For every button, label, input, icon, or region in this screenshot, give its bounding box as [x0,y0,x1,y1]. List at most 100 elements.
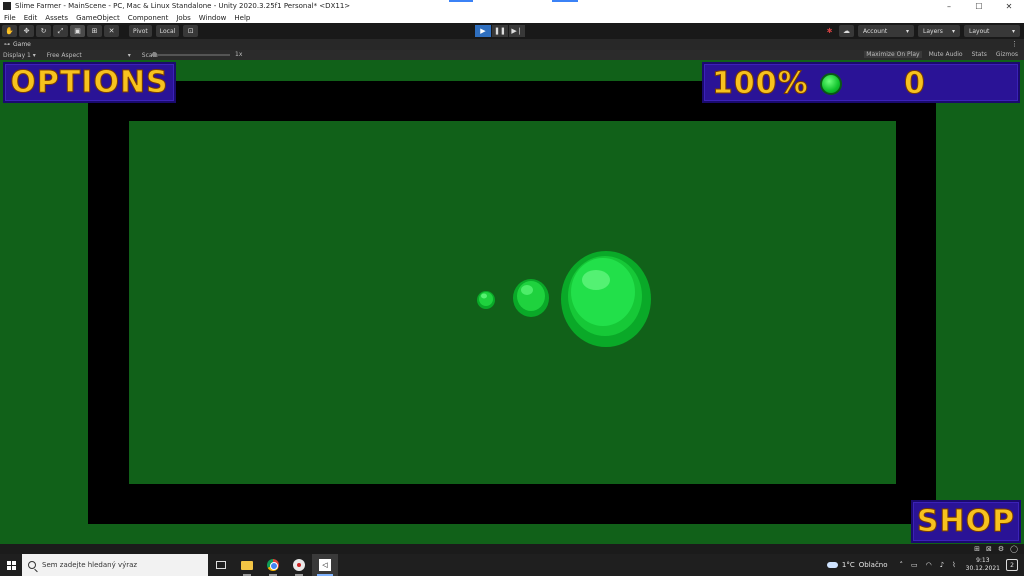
display-dropdown[interactable]: Display 1 ▾ [3,52,36,59]
menu-bar: File Edit Assets GameObject Component Jo… [0,12,1024,23]
rotate-tool-icon[interactable]: ↻ [36,25,51,37]
menu-jobs[interactable]: Jobs [176,14,190,22]
menu-window[interactable]: Window [199,14,227,22]
file-explorer-button[interactable] [234,554,260,576]
menu-component[interactable]: Component [128,14,169,22]
status-circle-icon[interactable]: ◯ [1010,545,1018,553]
task-view-icon [216,561,226,569]
chrome-button[interactable] [260,554,286,576]
step-icon[interactable]: ▶❘ [509,25,525,37]
network-icon[interactable]: ⊞ [974,545,980,553]
layout-dropdown[interactable]: Layout ▾ [964,25,1020,37]
search-icon [28,561,36,569]
stats-panel: 100% 0 [702,62,1020,103]
unity-icon: ◁ [319,559,331,571]
stats-toggle[interactable]: Stats [970,51,989,58]
weather-widget[interactable]: 1°C Oblačno [826,561,888,569]
notification-count: 2 [1010,561,1014,569]
layers-dropdown[interactable]: Layers ▾ [918,25,960,37]
unity-taskbar-button[interactable]: ◁ [312,554,338,576]
clock[interactable]: 9:13 30.12.2021 [966,557,1000,573]
maximize-button[interactable]: ☐ [964,0,994,12]
windows-taskbar: Sem zadejte hledaný výraz ◁ 1°C Oblačno … [0,554,1024,576]
options-button[interactable]: OPTIONS [3,62,176,103]
menu-assets[interactable]: Assets [45,14,68,22]
menu-edit[interactable]: Edit [24,14,38,22]
clock-time: 9:13 [976,557,990,564]
main-toolbar: ✋ ✥ ↻ ⤢ ▣ ⊞ ✕ Pivot Local ⊡ ▶ ❚❚ ▶❘ ✱ ☁ … [0,23,1024,39]
options-label: OPTIONS [10,65,169,101]
hand-tool-icon[interactable]: ✋ [2,25,17,37]
wifi-icon[interactable]: ◠ [926,561,932,569]
game-tab-label: Game [13,41,31,48]
window-title-bar: Slime Farmer - MainScene - PC, Mac & Lin… [0,0,1024,12]
scale-slider-handle[interactable] [152,52,157,57]
search-placeholder: Sem zadejte hledaný výraz [42,561,138,569]
shop-label: SHOP [916,504,1016,540]
move-tool-icon[interactable]: ✥ [19,25,34,37]
mute-audio-toggle[interactable]: Mute Audio [927,51,965,58]
volume-icon[interactable]: ♪ [940,561,944,569]
cloud-icon[interactable]: ☁ [839,25,854,37]
recorder-button[interactable] [286,554,312,576]
settings-icon[interactable]: ⚙ [998,545,1004,553]
notification-center-button[interactable]: 2 [1006,559,1018,571]
local-label: Local [159,27,176,35]
grid-snap-icon[interactable]: ⊡ [183,25,199,37]
play-icon[interactable]: ▶ [475,25,491,37]
start-button[interactable] [0,554,22,576]
menu-gameobject[interactable]: GameObject [76,14,120,22]
account-dropdown[interactable]: Account ▾ [858,25,914,37]
rect-tool-icon[interactable]: ▣ [70,25,85,37]
chevron-up-icon[interactable]: ˄ [900,561,904,569]
aspect-dropdown[interactable]: Free Aspect ▾ [47,52,131,59]
pause-icon[interactable]: ❚❚ [492,25,508,37]
unity-app-icon [3,2,11,10]
folder-icon [241,560,253,570]
chevron-down-icon: ▾ [951,27,955,35]
pivot-toggle[interactable]: Pivot [129,25,152,37]
scale-value: 1x [235,51,243,58]
maximize-on-play-toggle[interactable]: Maximize On Play [864,51,922,58]
title-accent-left [449,0,473,2]
game-controller-icon: ⊶ [4,41,10,48]
account-label: Account [863,27,888,35]
pivot-label: Pivot [133,27,148,35]
close-button[interactable]: ✕ [994,0,1024,12]
chrome-icon [267,559,279,571]
shop-button[interactable]: SHOP [911,500,1021,543]
farm-field[interactable] [129,121,896,484]
editor-status-bar: ⊞ ⊠ ⚙ ◯ [0,544,1024,554]
percent-value: 100% [712,66,809,102]
display-icon[interactable]: ▭ [911,561,918,569]
clock-date: 30.12.2021 [965,565,1000,572]
aspect-label: Free Aspect [46,51,82,59]
play-controls: ▶ ❚❚ ▶❘ [475,25,526,37]
collab-icon[interactable]: ✱ [822,25,837,37]
slime-coin-icon [820,73,842,95]
scale-tool-icon[interactable]: ⤢ [53,25,68,37]
weather-temp: 1°C [841,561,855,569]
weather-desc: Oblačno [858,561,888,569]
progress-icon[interactable]: ⊠ [986,545,992,553]
display-label: Display 1 [3,51,31,59]
scale-slider[interactable] [152,54,230,56]
game-tab[interactable]: ⊶ Game ⋮ [0,39,1024,50]
task-view-button[interactable] [208,554,234,576]
chevron-down-icon: ▾ [1011,27,1015,35]
chevron-down-icon: ▾ [127,51,131,59]
custom-tool-icon[interactable]: ✕ [104,25,119,37]
gizmos-toggle[interactable]: Gizmos [994,51,1020,58]
minimize-button[interactable]: – [934,0,964,12]
menu-help[interactable]: Help [234,14,250,22]
system-tray: 1°C Oblačno ˄ ▭ ◠ ♪ ⌇ 9:13 30.12.2021 2 [826,554,1024,576]
transform-tool-icon[interactable]: ⊞ [87,25,102,37]
window-title: Slime Farmer - MainScene - PC, Mac & Lin… [15,2,351,10]
tab-menu-icon[interactable]: ⋮ [1011,40,1018,48]
network-status-icon[interactable]: ⌇ [952,561,955,569]
menu-file[interactable]: File [4,14,16,22]
taskbar-search-input[interactable]: Sem zadejte hledaný výraz [22,554,208,576]
local-toggle[interactable]: Local [155,25,180,37]
game-view[interactable]: OPTIONS 100% 0 SHOP [0,60,1024,544]
record-icon [293,559,305,571]
